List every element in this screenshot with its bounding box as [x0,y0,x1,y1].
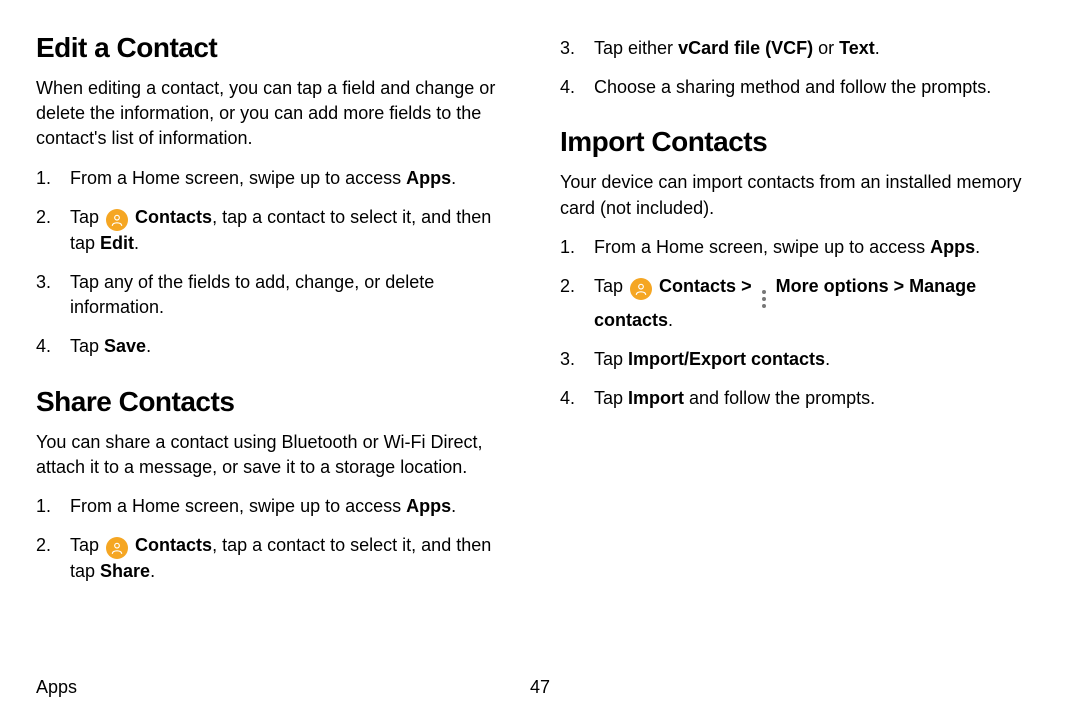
step-text: . [150,561,155,581]
step-text: Tap any of the fields to add, change, or… [70,272,434,317]
chevron-right-icon: > [741,276,752,296]
step-text: Tap [70,336,104,356]
step-number: 3. [560,347,575,372]
page-number: 47 [530,677,550,698]
step-number: 1. [560,235,575,260]
bold-contacts: Contacts [659,276,736,296]
step-text: Tap either [594,38,678,58]
step-number: 2. [36,533,51,558]
step-item: 3. Tap any of the fields to add, change,… [36,270,520,320]
step-item: 2. Tap Contacts > More options > Manage … [560,274,1044,333]
bold-share: Share [100,561,150,581]
chevron-right-icon: > [894,276,905,296]
step-text: Tap [594,388,628,408]
left-column: Edit a Contact When editing a contact, y… [36,32,520,610]
heading-edit-contact: Edit a Contact [36,32,520,64]
right-column: 3. Tap either vCard file (VCF) or Text. … [560,32,1044,610]
step-text: . [451,168,456,188]
step-text: From a Home screen, swipe up to access [70,496,406,516]
step-text: From a Home screen, swipe up to access [70,168,406,188]
steps-share-contacts-cont: 3. Tap either vCard file (VCF) or Text. … [560,36,1044,100]
bold-apps: Apps [930,237,975,257]
step-item: 2. Tap Contacts, tap a contact to select… [36,533,520,584]
step-number: 2. [36,205,51,230]
step-number: 3. [560,36,575,61]
steps-edit-contact: 1. From a Home screen, swipe up to acces… [36,166,520,360]
bold-import: Import [628,388,684,408]
step-text: From a Home screen, swipe up to access [594,237,930,257]
bold-save: Save [104,336,146,356]
step-item: 1. From a Home screen, swipe up to acces… [36,166,520,191]
step-text: . [668,310,673,330]
bold-contacts: Contacts [135,207,212,227]
step-text: or [813,38,839,58]
page-footer: Apps 47 [36,677,1044,698]
step-text: . [134,233,139,253]
step-text: Tap [70,535,104,555]
intro-import-contacts: Your device can import contacts from an … [560,170,1044,220]
step-item: 4. Tap Save. [36,334,520,359]
bold-contacts: Contacts [135,535,212,555]
heading-import-contacts: Import Contacts [560,126,1044,158]
steps-import-contacts: 1. From a Home screen, swipe up to acces… [560,235,1044,412]
step-item: 3. Tap Import/Export contacts. [560,347,1044,372]
step-number: 4. [36,334,51,359]
intro-edit-contact: When editing a contact, you can tap a fi… [36,76,520,152]
contacts-icon [630,278,652,300]
page-columns: Edit a Contact When editing a contact, y… [36,32,1044,610]
step-text: . [146,336,151,356]
step-text: and follow the prompts. [684,388,875,408]
bold-apps: Apps [406,496,451,516]
step-item: 3. Tap either vCard file (VCF) or Text. [560,36,1044,61]
step-item: 4. Choose a sharing method and follow th… [560,75,1044,100]
step-item: 4. Tap Import and follow the prompts. [560,386,1044,411]
bold-edit: Edit [100,233,134,253]
step-item: 1. From a Home screen, swipe up to acces… [560,235,1044,260]
more-options-icon [759,290,769,308]
bold-more-options: More options [776,276,889,296]
step-text: Tap [594,349,628,369]
step-text: Tap [594,276,628,296]
footer-section-label: Apps [36,677,77,698]
step-text: . [825,349,830,369]
step-text: . [975,237,980,257]
step-text: Tap [70,207,104,227]
bold-vcf: vCard file (VCF) [678,38,813,58]
contacts-icon [106,537,128,559]
step-text: . [451,496,456,516]
steps-share-contacts: 1. From a Home screen, swipe up to acces… [36,494,520,584]
intro-share-contacts: You can share a contact using Bluetooth … [36,430,520,480]
bold-apps: Apps [406,168,451,188]
step-text: Choose a sharing method and follow the p… [594,77,991,97]
step-number: 1. [36,494,51,519]
step-item: 1. From a Home screen, swipe up to acces… [36,494,520,519]
bold-text: Text [839,38,875,58]
step-number: 3. [36,270,51,295]
step-item: 2. Tap Contacts, tap a contact to select… [36,205,520,256]
contacts-icon [106,209,128,231]
heading-share-contacts: Share Contacts [36,386,520,418]
bold-import-export: Import/Export contacts [628,349,825,369]
step-number: 2. [560,274,575,299]
step-text: . [875,38,880,58]
step-number: 4. [560,75,575,100]
step-number: 1. [36,166,51,191]
step-number: 4. [560,386,575,411]
